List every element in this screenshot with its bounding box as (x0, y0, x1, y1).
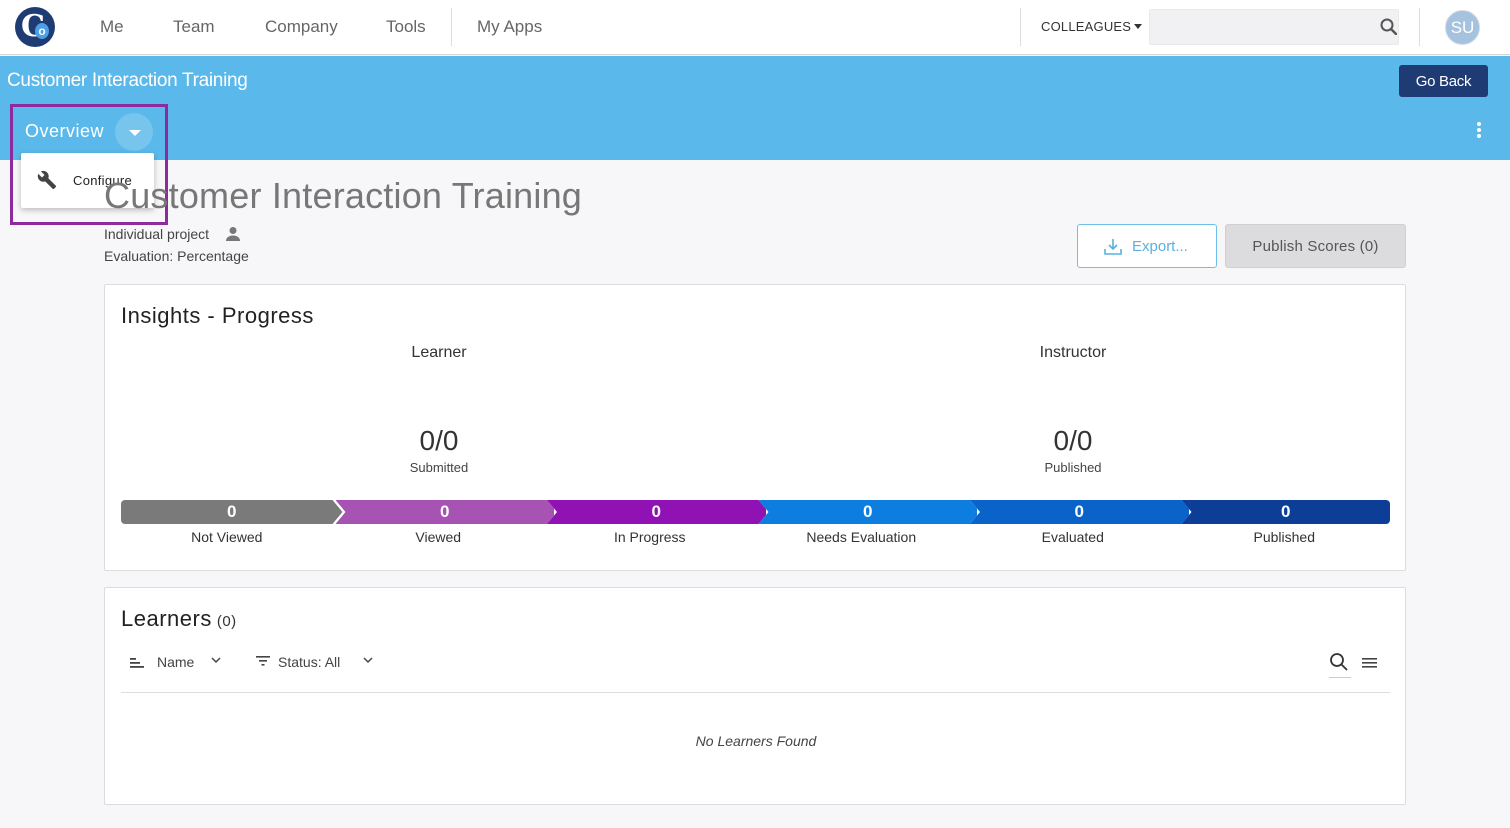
nav-divider (1020, 8, 1021, 46)
stage-label-needs-evaluation: Needs Evaluation (806, 529, 917, 545)
course-title: Customer Interaction Training (7, 70, 248, 91)
search-icon[interactable] (1380, 18, 1397, 35)
learners-title-text: Learners (121, 606, 212, 631)
stage-label-published: Published (1253, 529, 1316, 545)
stage-evaluated[interactable]: 0 (970, 500, 1189, 524)
sort-by-label[interactable]: Name (157, 654, 194, 670)
caret-down-icon (1134, 24, 1143, 29)
learner-value: 0/0 (419, 425, 459, 456)
stage-label-not-viewed: Not Viewed (191, 529, 263, 545)
colleagues-label: COLLEAGUES (1041, 19, 1132, 34)
instructor-sub: Published (1044, 460, 1102, 475)
stage-not-viewed[interactable]: 0 (121, 500, 343, 524)
overview-view-selector[interactable]: Overview (25, 121, 104, 142)
stage-label-in-progress: In Progress (613, 529, 686, 545)
learners-panel: Learners (0) Name Status: All No Learners… (104, 587, 1406, 805)
progress-pipeline: 0 0 0 0 0 0 (121, 500, 1390, 524)
evaluation-type: Evaluation: Percentage (104, 248, 249, 264)
app-logo[interactable]: C o (15, 7, 55, 47)
learner-search-toggle[interactable] (1329, 652, 1351, 678)
empty-state-message: No Learners Found (695, 733, 817, 749)
list-divider (121, 692, 1390, 693)
learners-title: Learners (0) (121, 606, 237, 632)
filter-icon[interactable] (256, 655, 270, 667)
stage-needs-evaluation[interactable]: 0 (758, 500, 977, 524)
user-avatar[interactable]: SU (1445, 10, 1480, 45)
status-filter-label[interactable]: Status: All (278, 654, 340, 670)
nav-item-me[interactable]: Me (100, 17, 124, 37)
export-label: Export... (1132, 238, 1188, 255)
nav-divider (451, 8, 452, 46)
stage-count: 0 (440, 502, 450, 521)
export-button[interactable]: Export... (1077, 224, 1217, 268)
go-back-button[interactable]: Go Back (1399, 65, 1488, 97)
list-view-icon[interactable] (1361, 656, 1379, 670)
stage-count: 0 (227, 502, 237, 521)
page-title: Customer Interaction Training (104, 175, 583, 216)
overview-dropdown-toggle[interactable] (115, 113, 153, 151)
sort-icon[interactable] (129, 656, 145, 670)
nav-item-tools[interactable]: Tools (386, 17, 426, 37)
top-navigation: C o Me Team Company Tools My Apps COLLEA… (0, 0, 1510, 55)
search-icon (1330, 653, 1348, 671)
colleague-search-input[interactable] (1150, 10, 1370, 44)
more-options-icon[interactable] (1472, 122, 1486, 142)
instructor-value: 0/0 (1053, 425, 1093, 456)
stage-viewed[interactable]: 0 (335, 500, 554, 524)
insights-progress-panel: Insights - Progress Learner 0/0 Submitte… (104, 284, 1406, 571)
stage-published[interactable]: 0 (1181, 500, 1390, 524)
chevron-down-icon[interactable] (211, 656, 221, 664)
project-type: Individual project (104, 226, 210, 242)
stage-label-evaluated: Evaluated (1041, 529, 1104, 545)
stage-count: 0 (651, 502, 661, 521)
stage-count: 0 (1281, 502, 1291, 521)
person-icon (226, 227, 240, 241)
chevron-down-icon[interactable] (363, 656, 373, 664)
colleagues-dropdown[interactable]: COLLEAGUES (1041, 19, 1143, 34)
nav-item-team[interactable]: Team (173, 17, 215, 37)
learners-count: (0) (216, 613, 237, 630)
learner-label: Learner (411, 344, 467, 361)
stage-in-progress[interactable]: 0 (547, 500, 766, 524)
download-icon (1104, 239, 1122, 255)
wrench-icon (37, 170, 57, 190)
nav-divider (1419, 8, 1420, 46)
learner-sub: Submitted (409, 460, 469, 475)
instructor-label: Instructor (1039, 344, 1107, 361)
stage-count: 0 (1074, 502, 1084, 521)
stage-count: 0 (863, 502, 873, 521)
colleague-search (1149, 9, 1399, 45)
logo-letter-o: o (35, 23, 49, 39)
nav-item-company[interactable]: Company (265, 17, 338, 37)
insights-title: Insights - Progress (121, 303, 314, 328)
nav-item-my-apps[interactable]: My Apps (477, 17, 542, 37)
publish-scores-button[interactable]: Publish Scores (0) (1225, 224, 1406, 268)
stage-label-viewed: Viewed (415, 529, 462, 545)
